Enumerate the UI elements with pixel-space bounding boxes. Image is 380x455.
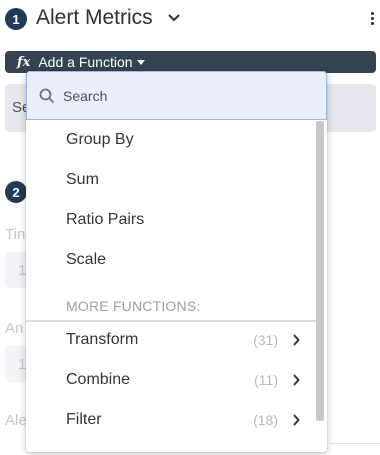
caret-down-icon xyxy=(136,59,145,65)
menu-item-combine[interactable]: Combine (11) xyxy=(26,360,316,400)
background-label: Ale xyxy=(5,412,27,429)
menu-item-label: Sum xyxy=(66,171,99,188)
menu-item-sum[interactable]: Sum xyxy=(26,160,316,200)
menu-item-group-by[interactable]: Group By xyxy=(26,120,316,160)
menu-item-label: Filter xyxy=(66,411,102,428)
menu-item-label: Combine xyxy=(66,371,131,388)
background-label: Tin xyxy=(5,226,26,243)
search-input[interactable] xyxy=(63,87,303,104)
menu-item-transform[interactable]: Transform (31) xyxy=(26,320,316,360)
menu-item-label: Scale xyxy=(66,251,107,268)
menu-item-label: Ratio Pairs xyxy=(66,211,145,228)
chevron-right-icon xyxy=(293,414,300,426)
chevron-right-icon xyxy=(293,374,300,386)
step-2-badge: 2 xyxy=(5,181,27,203)
item-count: (18) xyxy=(253,412,278,428)
menu-item-scale[interactable]: Scale xyxy=(26,240,316,280)
add-function-label: Add a Function xyxy=(38,54,133,70)
more-functions-heading: MORE FUNCTIONS: xyxy=(66,298,201,314)
page-title: Alert Metrics xyxy=(36,6,153,29)
function-icon: fx xyxy=(17,54,31,70)
search-icon xyxy=(39,88,55,103)
more-options-icon[interactable] xyxy=(370,12,376,26)
item-count: (31) xyxy=(253,332,278,348)
menu-item-label: Group By xyxy=(66,131,134,148)
divider xyxy=(330,443,380,444)
dropdown-scrollbar[interactable] xyxy=(316,121,324,421)
menu-item-label: Transform xyxy=(66,331,139,348)
chevron-right-icon xyxy=(293,334,300,346)
step-1-badge: 1 xyxy=(5,8,27,30)
item-count: (11) xyxy=(254,372,278,388)
chevron-down-icon[interactable] xyxy=(168,12,180,22)
background-label: An xyxy=(5,320,24,337)
menu-item-ratio-pairs[interactable]: Ratio Pairs xyxy=(26,200,316,240)
add-function-button[interactable]: fx Add a Function xyxy=(5,51,376,73)
function-dropdown: Group By Sum Ratio Pairs Scale MORE FUNC… xyxy=(26,71,327,452)
menu-item-filter[interactable]: Filter (18) xyxy=(26,400,316,440)
search-bar xyxy=(26,71,327,120)
